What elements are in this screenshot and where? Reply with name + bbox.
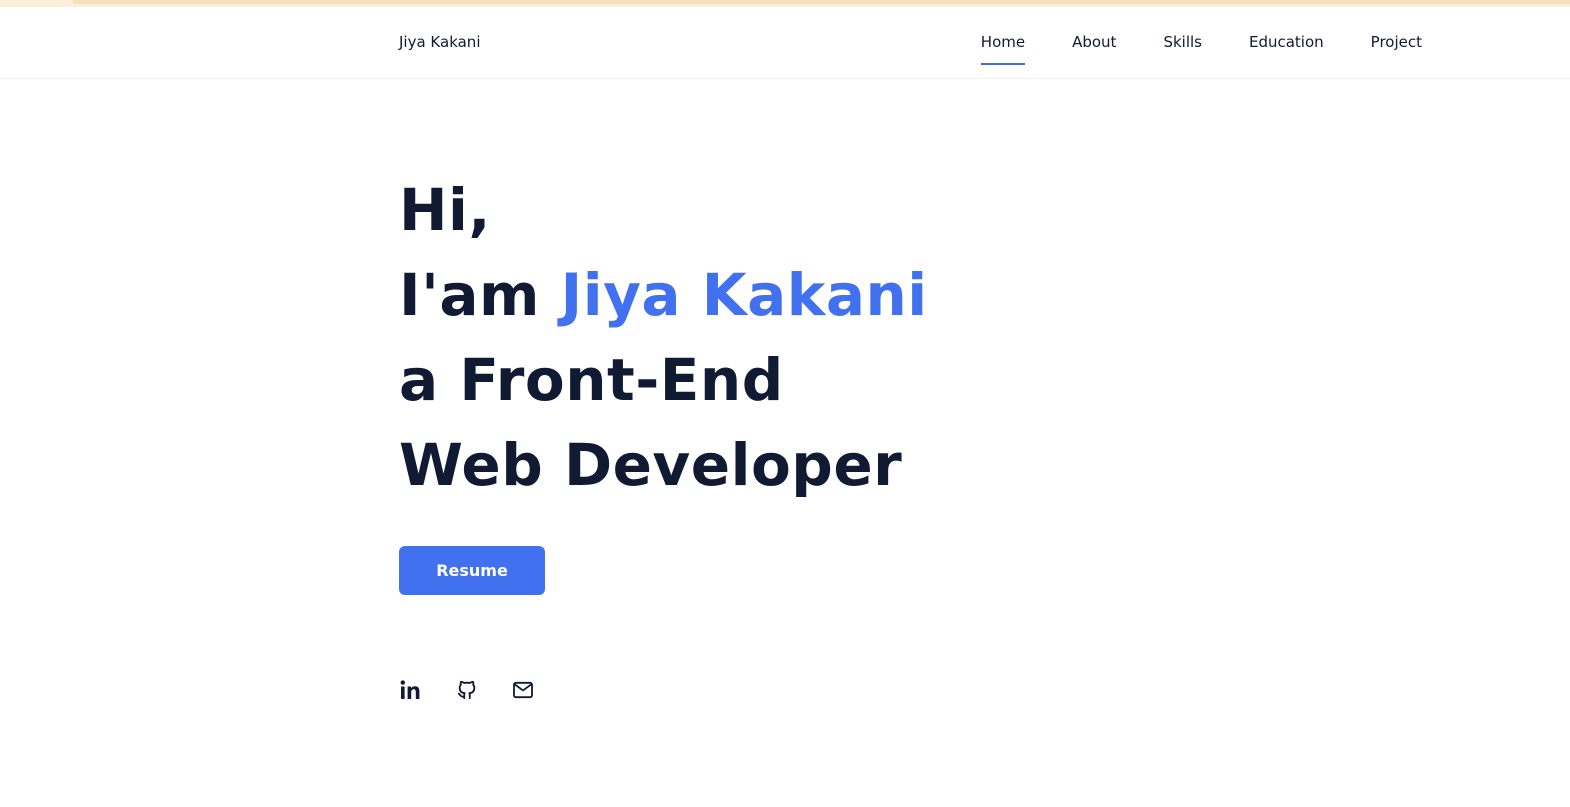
browser-top-strip <box>0 0 1570 7</box>
nav-item-about[interactable]: About <box>1072 33 1116 51</box>
site-header: Jiya Kakani Home About Skills Education … <box>0 7 1570 79</box>
nav-item-education[interactable]: Education <box>1249 33 1324 51</box>
hero-section: Hi, I'am Jiya Kakani a Front-End Web Dev… <box>399 168 928 508</box>
social-links <box>399 678 567 702</box>
mail-icon[interactable] <box>511 678 535 702</box>
browser-tab-edge <box>72 0 1570 4</box>
hero-role-line-1: a Front-End <box>399 346 784 414</box>
hero-greeting: Hi, <box>399 176 491 244</box>
nav-item-project[interactable]: Project <box>1371 33 1422 51</box>
hero-name: Jiya Kakani <box>560 261 928 329</box>
resume-button[interactable]: Resume <box>399 546 545 595</box>
github-icon[interactable] <box>455 678 479 702</box>
brand-name[interactable]: Jiya Kakani <box>399 33 480 51</box>
main-nav: Home About Skills Education Project <box>980 33 1422 65</box>
linkedin-icon[interactable] <box>399 678 423 702</box>
nav-item-skills[interactable]: Skills <box>1163 33 1202 51</box>
hero-role-line-2: Web Developer <box>399 431 903 499</box>
nav-item-home[interactable]: Home <box>980 33 1026 65</box>
hero-intro-line: I'am Jiya Kakani <box>399 253 928 338</box>
hero-intro-prefix: I'am <box>399 261 561 329</box>
